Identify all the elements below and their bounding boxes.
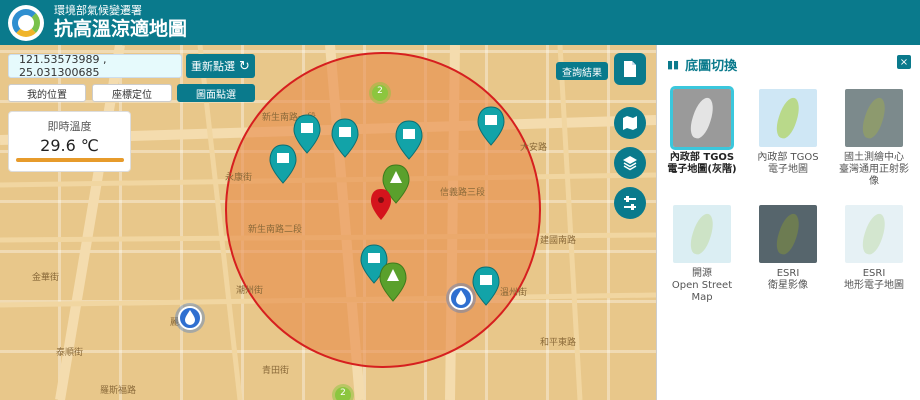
basemap-option-osm[interactable]: 開源 Open Street Map bbox=[664, 205, 740, 304]
building-marker-icon bbox=[395, 120, 423, 160]
basemap-option-esri-terrain[interactable]: ESRI 地形電子地圖 bbox=[836, 205, 912, 292]
basemap-label: 內政部 TGOS 電子地圖(灰階) bbox=[667, 152, 737, 175]
query-results-button[interactable]: 查詢結果 bbox=[556, 62, 608, 80]
temperature-card: 即時溫度 29.6 ℃ bbox=[8, 111, 131, 172]
ministry-logo[interactable] bbox=[8, 4, 44, 41]
basemap-label: ESRI 衛星影像 bbox=[768, 268, 808, 291]
building-marker-icon bbox=[331, 118, 359, 158]
basemap-label: 內政部 TGOS 電子地圖 bbox=[757, 152, 819, 175]
building-marker-icon bbox=[477, 106, 505, 146]
cluster-count: 2 bbox=[377, 86, 383, 96]
basemap-thumbnail bbox=[759, 205, 817, 263]
basemap-thumbnail bbox=[845, 205, 903, 263]
basemap-thumbnail bbox=[673, 205, 731, 263]
basemap-thumbnail bbox=[845, 89, 903, 147]
basemap-option-esri-satellite[interactable]: ESRI 衛星影像 bbox=[750, 205, 826, 292]
basemap-option-tgos-gray[interactable]: 內政部 TGOS 電子地圖(灰階) bbox=[664, 86, 740, 176]
close-button[interactable]: × bbox=[897, 55, 911, 69]
coordinate-locate-button[interactable]: 座標定位 bbox=[92, 84, 172, 102]
basemap-thumbnail bbox=[670, 86, 734, 150]
temperature-value: 29.6 ℃ bbox=[40, 136, 99, 155]
map-pick-button[interactable]: 圖面點選 bbox=[177, 84, 255, 102]
filter-icon[interactable] bbox=[614, 187, 646, 219]
coordinate-display: 121.53573989 , 25.031300685 bbox=[8, 53, 182, 79]
reselect-button[interactable]: 重新點選 ↻ bbox=[186, 54, 255, 78]
map-icon[interactable] bbox=[614, 107, 646, 139]
basemap-label: 開源 Open Street Map bbox=[671, 268, 733, 303]
map-icon: ▮▮ bbox=[667, 58, 680, 71]
refresh-icon: ↻ bbox=[239, 58, 250, 74]
tree-marker-icon bbox=[379, 262, 407, 302]
document-icon[interactable] bbox=[614, 53, 646, 85]
building-marker-icon bbox=[293, 114, 321, 154]
temperature-label: 即時溫度 bbox=[47, 120, 92, 133]
panel-header: ▮▮ 底圖切換 bbox=[667, 55, 737, 74]
water-marker-icon bbox=[175, 303, 205, 333]
temperature-bar bbox=[15, 158, 124, 162]
basemap-panel: ▮▮ 底圖切換 × 內政部 TGOS 電子地圖(灰階) 內政部 TGOS 電子地… bbox=[656, 45, 920, 400]
basemap-thumbnail bbox=[759, 89, 817, 147]
app-header: 環境部氣候變遷署 抗高溫涼適地圖 bbox=[0, 0, 920, 45]
basemap-option-tgos[interactable]: 內政部 TGOS 電子地圖 bbox=[750, 89, 826, 176]
selected-location-pin-icon bbox=[371, 189, 391, 220]
layers-icon[interactable] bbox=[614, 147, 646, 179]
reselect-label: 重新點選 bbox=[191, 60, 236, 73]
building-marker-icon bbox=[269, 144, 297, 184]
water-marker-icon bbox=[446, 283, 476, 313]
panel-title: 底圖切換 bbox=[685, 59, 738, 74]
my-location-button[interactable]: 我的位置 bbox=[8, 84, 86, 102]
basemap-label: ESRI 地形電子地圖 bbox=[844, 268, 904, 291]
agency-name: 環境部氣候變遷署 bbox=[54, 4, 142, 17]
cluster-count: 2 bbox=[340, 388, 346, 398]
building-marker-icon bbox=[472, 266, 500, 306]
basemap-option-nlsc-orthophoto[interactable]: 國土測繪中心 臺灣通用正射影 像 bbox=[836, 89, 912, 188]
basemap-label: 國土測繪中心 臺灣通用正射影 像 bbox=[839, 152, 909, 187]
app-title: 抗高溫涼適地圖 bbox=[54, 18, 188, 40]
